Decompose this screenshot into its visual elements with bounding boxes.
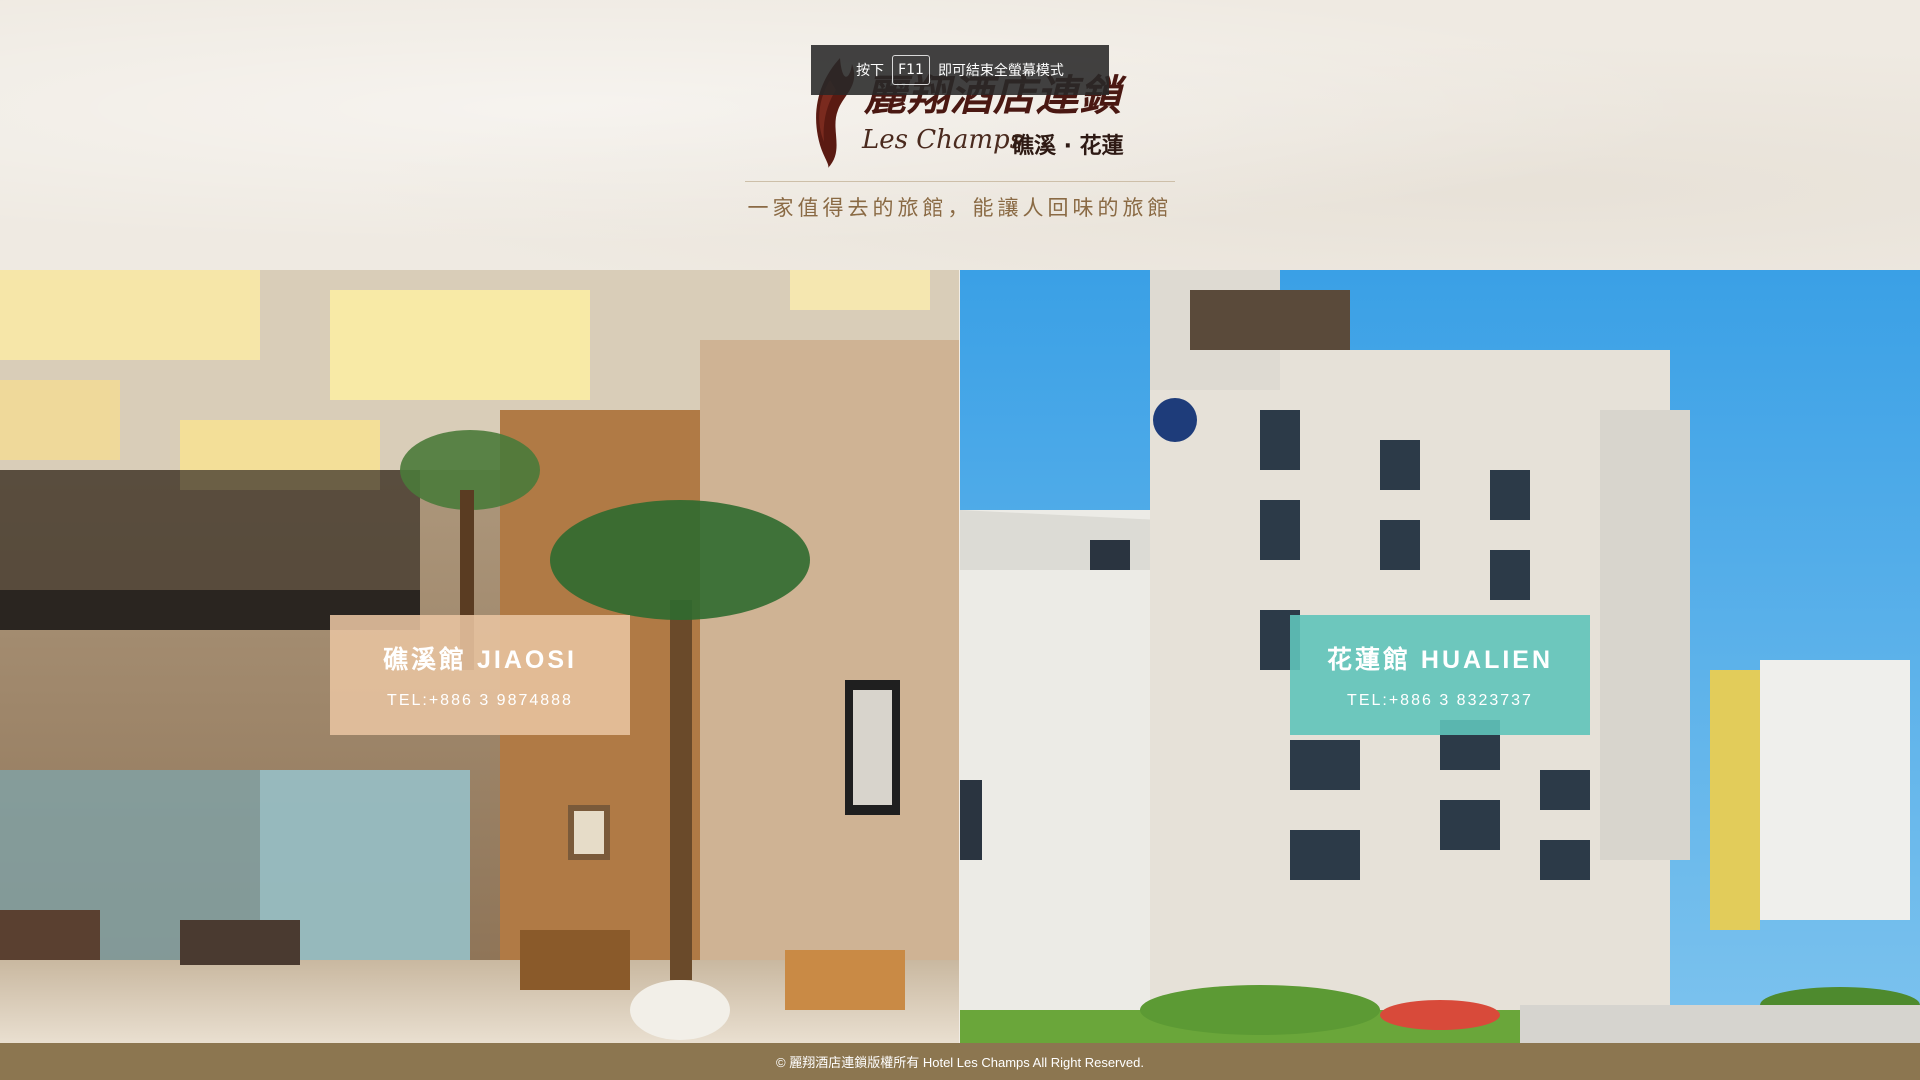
hotel-name-jiaosi: 礁溪館 JIAOSI [383,646,577,674]
fullscreen-notice-prefix: 按下 [856,63,885,79]
f11-key: F11 [892,55,930,85]
site-footer: © 麗翔酒店連鎖版權所有 Hotel Les Champs All Right … [0,1043,1920,1080]
hotel-tel-hualien[interactable]: TEL:+886 3 8323737 [1347,692,1533,710]
logo-english-name: Les Champs [862,125,1024,155]
hotel-name-hualien: 花蓮館 HUALIEN [1326,646,1554,674]
footer-copyright: © 麗翔酒店連鎖版權所有 Hotel Les Champs All Right … [776,1055,1144,1070]
hualien-info-box[interactable]: 花蓮館 HUALIEN TEL:+886 3 8323737 [1290,615,1590,735]
hotel-tel-jiaosi[interactable]: TEL:+886 3 9874888 [387,692,573,710]
hotel-panel-jiaosi[interactable]: 礁溪館 JIAOSI TEL:+886 3 9874888 [0,270,959,1043]
header-divider [745,181,1175,182]
fullscreen-notice-suffix: 即可結束全螢幕模式 [937,63,1064,79]
jiaosi-info-box[interactable]: 礁溪館 JIAOSI TEL:+886 3 9874888 [330,615,630,735]
hotel-panel-hualien[interactable]: 花蓮館 HUALIEN TEL:+886 3 8323737 [960,270,1920,1043]
fullscreen-notice: 按下 F11 即可結束全螢幕模式 [811,45,1109,95]
site-header: 麗翔酒店連鎖 Les Champs 礁溪 · 花蓮 一家值得去的旅館，能讓人回味… [0,0,1920,270]
tagline: 一家值得去的旅館，能讓人回味的旅館 [747,196,1173,220]
logo-locations: 礁溪 · 花蓮 [1012,134,1124,159]
